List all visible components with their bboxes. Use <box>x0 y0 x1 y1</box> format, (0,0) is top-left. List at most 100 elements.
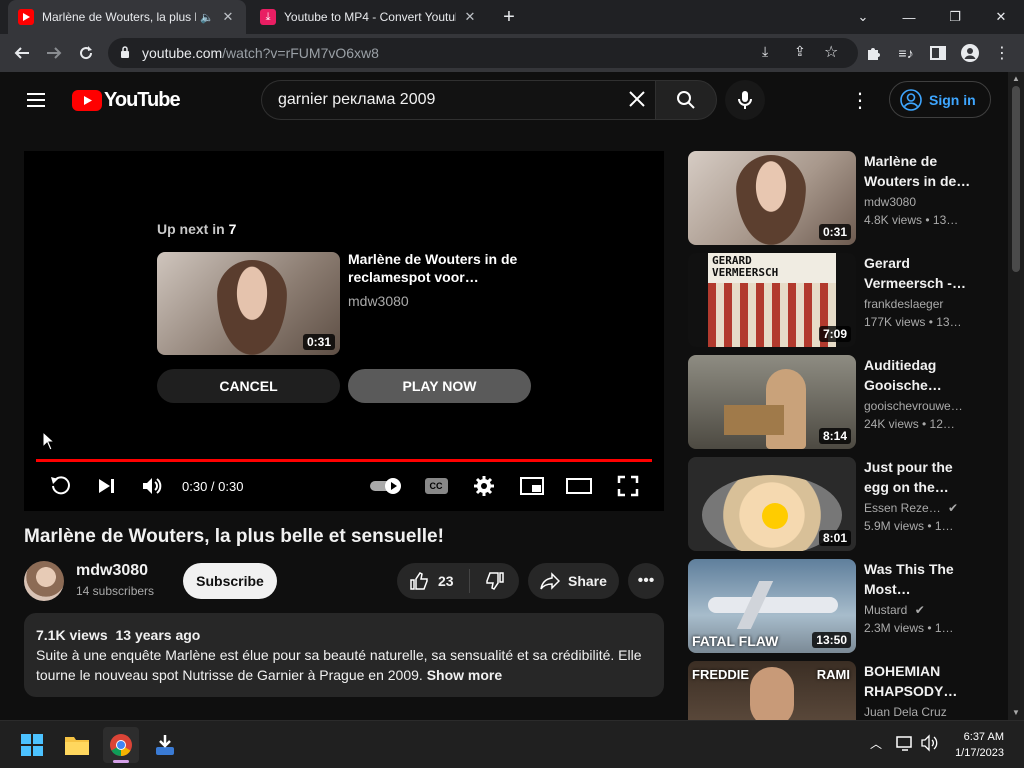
share-page-icon[interactable]: ⇪ <box>794 43 806 60</box>
settings-kebab-icon[interactable]: ⋮ <box>850 88 870 112</box>
app-installer-icon[interactable] <box>147 727 183 763</box>
voice-search-button[interactable] <box>725 80 765 120</box>
recommended-title[interactable]: Marlène de Wouters in de… <box>864 151 974 191</box>
search-icon <box>677 91 695 109</box>
recommended-video[interactable]: 8:01 Just pour the egg on the… Essen Rez… <box>688 457 1008 551</box>
recommended-thumbnail[interactable]: 8:14 <box>688 355 856 449</box>
volume-icon[interactable] <box>138 472 166 500</box>
up-next-countdown: Up next in 7 <box>157 221 236 237</box>
cancel-autoplay-button[interactable]: CANCEL <box>157 369 340 403</box>
settings-gear-icon[interactable] <box>470 472 498 500</box>
back-arrow-icon[interactable] <box>8 39 36 67</box>
network-icon[interactable] <box>896 734 914 757</box>
tab-youtube-video[interactable]: Marlène de Wouters, la plus belle et sen… <box>8 0 246 34</box>
address-bar[interactable]: youtube.com/watch?v=rFUM7vO6xw8 ⤓ ⇪ ☆ <box>108 38 858 68</box>
recommended-channel[interactable]: Juan Dela Cruz <box>864 705 994 719</box>
new-tab-button[interactable]: + <box>496 5 522 29</box>
recommended-video[interactable]: GERARD VERMEERSCH 7:09 Gerard Vermeersch… <box>688 253 1008 347</box>
clear-search-icon[interactable] <box>628 90 646 113</box>
guide-menu-icon[interactable] <box>24 88 48 112</box>
share-button[interactable]: Share <box>528 563 619 599</box>
like-button[interactable]: 23 <box>397 563 469 599</box>
recommended-title[interactable]: BOHEMIAN RHAPSODY… <box>864 661 974 701</box>
tab-search-chevron-icon[interactable]: ⌄ <box>840 0 886 34</box>
channel-name[interactable]: mdw3080 <box>76 562 148 580</box>
recommended-thumbnail[interactable]: FATAL FLAW 13:50 <box>688 559 856 653</box>
page-scrollbar[interactable]: ▲ ▼ <box>1008 72 1024 720</box>
restore-button[interactable]: ❐ <box>932 0 978 34</box>
tab-title: Youtube to MP4 - Convert Youtube <box>284 10 456 24</box>
recommended-thumbnail[interactable]: GERARD VERMEERSCH 7:09 <box>688 253 856 347</box>
up-next-duration: 0:31 <box>302 334 335 350</box>
description-box[interactable]: 7.1K views 13 years ago Suite à une enqu… <box>24 613 664 697</box>
video-player[interactable]: Up next in 7 0:31 Marlène de Wouters in … <box>24 151 664 511</box>
recommended-video[interactable]: FATAL FLAW 13:50 Was This The Most… Must… <box>688 559 1008 653</box>
sign-in-button[interactable]: Sign in <box>889 81 991 118</box>
chrome-menu-icon[interactable]: ⋮ <box>988 39 1016 67</box>
recommended-channel[interactable]: Essen Reze… ✔ <box>864 501 994 515</box>
recommended-video[interactable]: FREDDIE RAMI BOHEMIAN RHAPSODY… Juan Del… <box>688 661 1008 720</box>
extensions-puzzle-icon[interactable] <box>860 39 888 67</box>
recommended-video[interactable]: 8:14 Auditiedag Gooische… gooischevrouwe… <box>688 355 1008 449</box>
recommended-title[interactable]: Auditiedag Gooische… <box>864 355 974 395</box>
install-app-icon[interactable]: ⤓ <box>762 43 768 60</box>
cc-label: CC <box>424 478 448 494</box>
reload-icon[interactable] <box>72 39 100 67</box>
tab-youtube-to-mp4[interactable]: ⤓ Youtube to MP4 - Convert Youtube ✕ <box>250 0 488 34</box>
search-input[interactable]: garnier реклама 2009 <box>261 80 655 120</box>
theater-mode-icon[interactable] <box>564 472 594 500</box>
recommended-channel[interactable]: frankdeslaeger <box>864 297 994 311</box>
recommended-channel[interactable]: mdw3080 <box>864 195 994 209</box>
autoplay-toggle[interactable] <box>368 472 404 500</box>
fullscreen-icon[interactable] <box>614 472 642 500</box>
tab-close-icon[interactable]: ✕ <box>220 9 236 25</box>
show-hidden-icons-chevron-icon[interactable]: ︿ <box>870 735 882 752</box>
audio-playing-icon[interactable]: 🔈 <box>200 11 214 24</box>
scroll-up-arrow-icon[interactable]: ▲ <box>1012 74 1020 83</box>
recommended-thumbnail[interactable]: FREDDIE RAMI <box>688 661 856 720</box>
replay-icon[interactable] <box>46 472 74 500</box>
chrome-taskbar-icon[interactable] <box>103 727 139 763</box>
file-explorer-icon[interactable] <box>59 727 95 763</box>
tab-close-icon[interactable]: ✕ <box>462 9 478 25</box>
play-now-button[interactable]: PLAY NOW <box>348 369 531 403</box>
up-next-thumbnail[interactable]: 0:31 <box>157 252 340 355</box>
subscribe-button[interactable]: Subscribe <box>183 563 277 599</box>
recommended-thumbnail[interactable]: 0:31 <box>688 151 856 245</box>
browser-toolbar: youtube.com/watch?v=rFUM7vO6xw8 ⤓ ⇪ ☆ ≡♪… <box>0 34 1024 72</box>
recommended-channel[interactable]: gooischevrouwe… <box>864 399 994 413</box>
up-next-title[interactable]: Marlène de Wouters in de reclamespot voo… <box>348 250 538 286</box>
volume-tray-icon[interactable] <box>920 734 940 757</box>
next-video-icon[interactable] <box>92 472 120 500</box>
side-panel-icon[interactable] <box>924 39 952 67</box>
lock-icon[interactable] <box>120 45 130 61</box>
show-more-link[interactable]: Show more <box>427 667 502 683</box>
up-next-count: 7 <box>228 221 237 237</box>
miniplayer-icon[interactable] <box>518 472 546 500</box>
recommended-channel[interactable]: Mustard ✔ <box>864 603 994 617</box>
taskbar-clock[interactable]: 6:37 AM 1/17/2023 <box>955 729 1004 761</box>
recommended-video[interactable]: 0:31 Marlène de Wouters in de… mdw3080 4… <box>688 151 1008 245</box>
dislike-button[interactable] <box>470 563 519 599</box>
minimize-button[interactable]: — <box>886 0 932 34</box>
search-button[interactable] <box>655 80 717 120</box>
windows-start-icon[interactable] <box>14 727 50 763</box>
scrollbar-thumb[interactable] <box>1012 86 1020 272</box>
forward-arrow-icon[interactable] <box>40 39 68 67</box>
channel-avatar[interactable] <box>24 561 64 601</box>
recommended-title[interactable]: Gerard Vermeersch -… <box>864 253 974 293</box>
recommended-thumbnail[interactable]: 8:01 <box>688 457 856 551</box>
recommended-title[interactable]: Was This The Most… <box>864 559 974 599</box>
thumbnail-text: GERARD VERMEERSCH <box>712 254 779 279</box>
time-display: 0:30 / 0:30 <box>182 478 244 494</box>
close-window-button[interactable]: ✕ <box>978 0 1024 34</box>
recommended-meta: 4.8K views • 13… <box>864 213 959 227</box>
media-queue-icon[interactable]: ≡♪ <box>892 39 920 67</box>
scroll-down-arrow-icon[interactable]: ▼ <box>1012 708 1020 717</box>
youtube-logo[interactable]: YouTube <box>72 86 181 114</box>
recommended-title[interactable]: Just pour the egg on the… <box>864 457 974 497</box>
subtitles-cc-icon[interactable]: CC <box>422 472 450 500</box>
more-actions-icon[interactable]: ••• <box>628 563 664 599</box>
profile-icon[interactable] <box>956 39 984 67</box>
bookmark-star-icon[interactable]: ☆ <box>824 42 838 62</box>
